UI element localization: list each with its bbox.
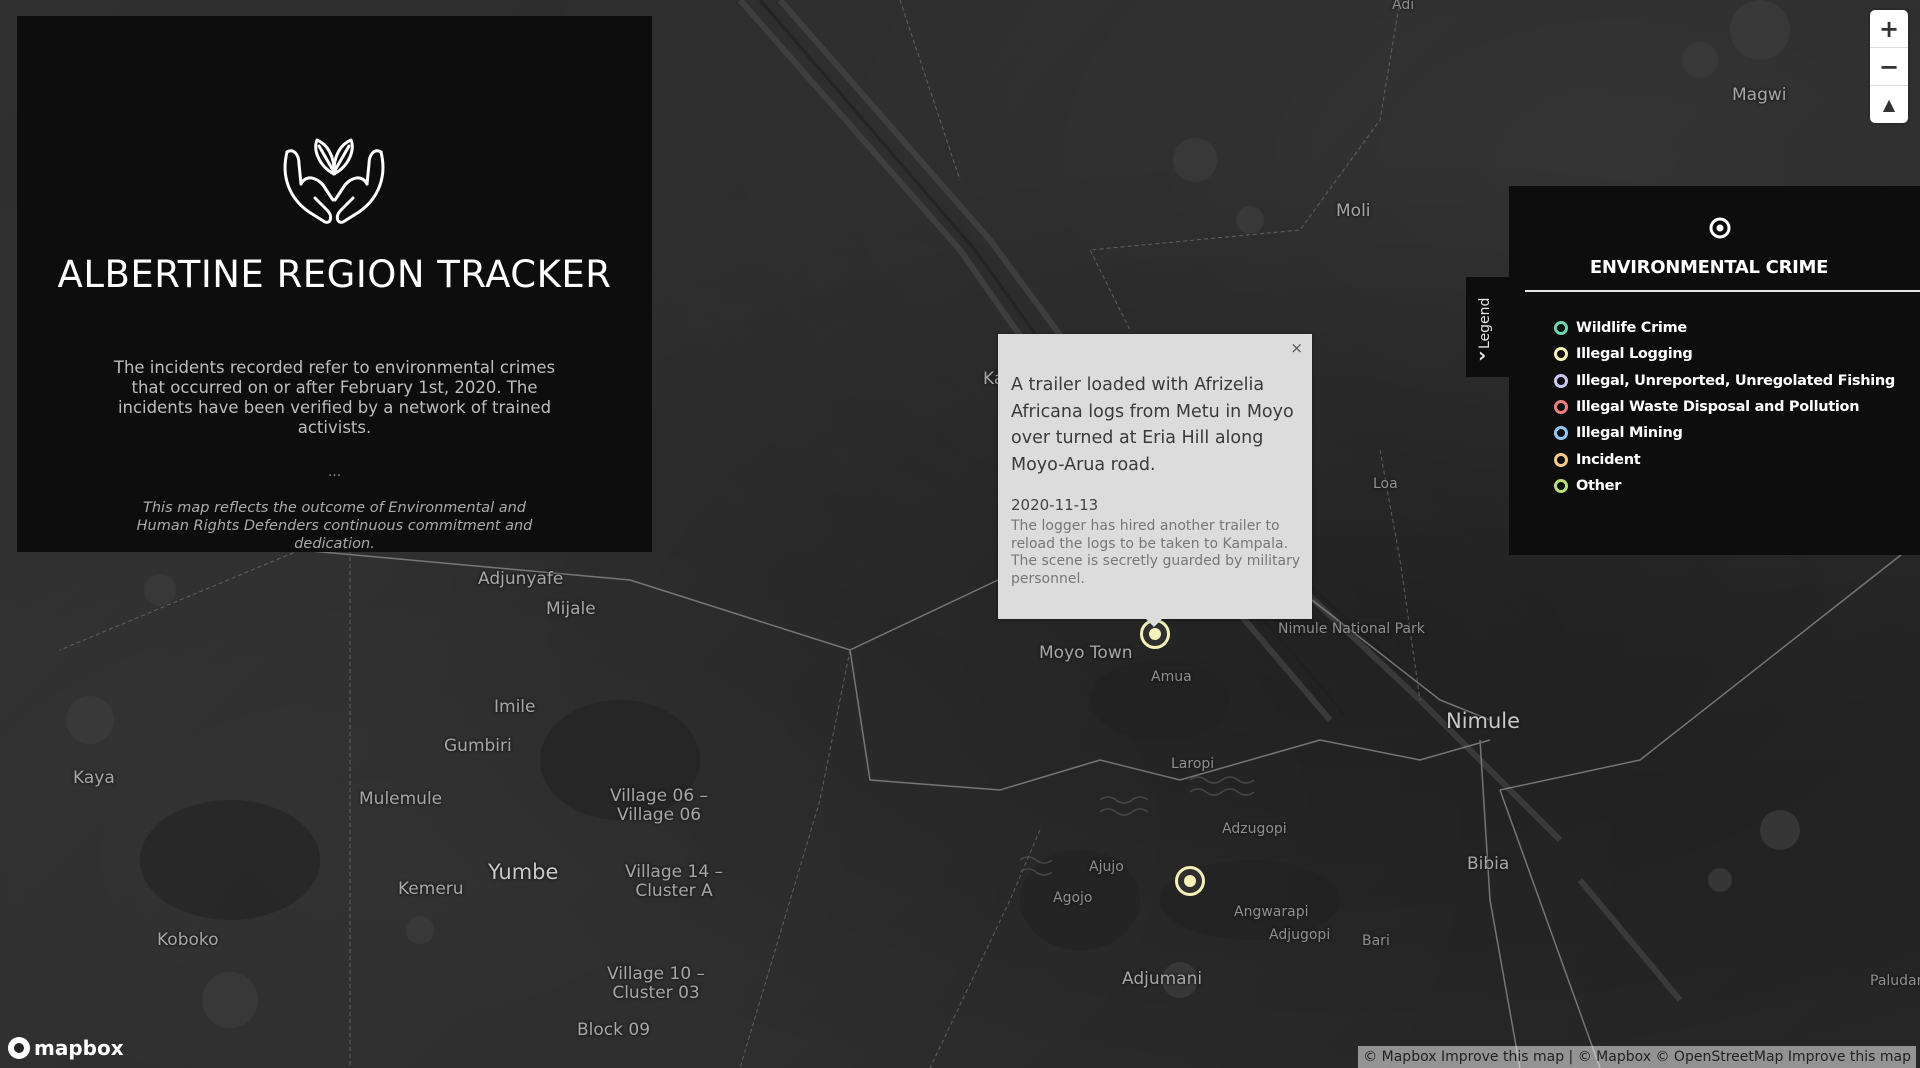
improve-map-link-2[interactable]: Improve this map [1788,1049,1911,1065]
place-label: Moli [1336,201,1371,221]
legend-item[interactable]: Incident [1554,446,1895,472]
place-label: Agojo [1053,890,1093,906]
close-icon[interactable]: × [1290,339,1303,357]
compass-button[interactable]: ▲ [1870,86,1908,123]
legend-item-label: Other [1576,477,1622,494]
place-label: Angwarapi [1234,904,1309,920]
legend-swatch-icon [1554,400,1568,415]
improve-map-link[interactable]: Improve this map [1441,1049,1564,1065]
place-label: Ajujo [1089,859,1124,875]
tracker-footnote: This map reflects the outcome of Environ… [136,500,533,552]
legend-swatch-icon [1554,478,1568,493]
legend-swatch-icon [1554,373,1568,388]
place-label: Gumbiri [444,736,512,756]
place-label: Block 09 [577,1020,651,1040]
place-label: Paludar [1870,973,1920,989]
mapbox-logo-icon [8,1037,30,1059]
legend-item[interactable]: Wildlife Crime [1554,315,1895,341]
place-label: Bibia [1467,854,1510,874]
place-label: Adjugopi [1269,927,1331,943]
popup-headline: A trailer loaded with Afrizelia Africana… [1011,375,1294,475]
place-label: Koboko [157,930,219,950]
legend-panel: ENVIRONMENTAL CRIME Wildlife Crime Illega… [1509,186,1920,555]
legend-divider [1525,290,1920,292]
incident-marker[interactable] [1175,866,1205,896]
popup-details: The logger has hired another trailer to … [1011,518,1301,587]
attribution-mapbox[interactable]: © Mapbox [1363,1049,1436,1065]
place-label: Kemeru [398,879,464,899]
chevron-right-icon: › [1478,343,1487,367]
legend-item-label: Incident [1576,451,1641,468]
legend-item-label: Illegal Waste Disposal and Pollution [1576,399,1860,416]
place-label: Amua [1151,669,1192,685]
legend-item-label: Illegal, Unreported, Unregolated Fishing [1576,372,1896,389]
attribution-separator: | [1568,1049,1574,1065]
page-title: ALBERTINE REGION TRACKER [57,253,612,296]
legend-swatch-icon [1554,321,1568,336]
place-label: Imile [494,697,536,717]
legend-list: Wildlife Crime Illegal Logging Illegal, Un… [1554,315,1895,499]
popup-date: 2020-11-13 [1011,496,1099,514]
legend-tab-label: Legend [1477,297,1493,349]
legend-item[interactable]: Other [1554,473,1895,499]
place-label: Mijale [546,599,596,619]
legend-item-label: Wildlife Crime [1576,320,1687,337]
popup-tip [1146,619,1162,627]
legend-item[interactable]: Illegal, Unreported, Unregolated Fishing [1554,368,1895,394]
legend-toggle-tab[interactable]: Legend › [1466,277,1510,377]
legend-item[interactable]: Illegal Mining [1554,420,1895,446]
place-label: Laropi [1171,756,1215,772]
map-attribution: © Mapbox Improve this map | © Mapbox © O… [1358,1046,1916,1068]
place-label: Village 10 – Cluster 03 [607,964,706,1003]
place-label: Village 14 – Cluster A [625,862,724,901]
hands-leaf-icon [283,138,385,224]
place-label: Mulemule [359,789,443,809]
legend-swatch-icon [1554,452,1568,467]
mapbox-logo[interactable]: mapbox [8,1036,124,1060]
attribution-osm[interactable]: © OpenStreetMap [1655,1049,1783,1065]
legend-item-label: Illegal Logging [1576,346,1693,363]
place-label: Magwi [1732,85,1787,105]
zoom-controls: + − ▲ [1870,10,1908,123]
legend-item[interactable]: Illegal Logging [1554,341,1895,367]
incident-popup: × A trailer loaded with Afrizelia Africa… [998,334,1312,619]
place-label: Nimule [1446,709,1521,733]
tracker-description: The incidents recorded refer to environm… [113,358,556,437]
zoom-in-button[interactable]: + [1870,10,1908,48]
place-label: Nimule National Park [1278,621,1425,637]
place-label: Village 06 – Village 06 [610,786,709,825]
legend-item[interactable]: Illegal Waste Disposal and Pollution [1554,394,1895,420]
separator-dots: ... [327,464,342,480]
place-label: Loa [1373,476,1398,492]
place-label: Yumbe [488,860,559,884]
place-label: Adjunyafe [478,569,564,589]
legend-title: ENVIRONMENTAL CRIME [1589,257,1829,278]
place-label: Kaya [73,768,115,788]
zoom-out-button[interactable]: − [1870,48,1908,86]
legend-swatch-icon [1554,347,1568,362]
place-label: Adzugopi [1222,821,1287,837]
mapbox-wordmark: mapbox [34,1036,124,1060]
place-label: Bari [1362,933,1390,949]
attribution-mapbox-2[interactable]: © Mapbox [1578,1049,1651,1065]
legend-item-label: Illegal Mining [1576,425,1683,442]
target-icon [1709,217,1731,239]
place-label: Moyo Town [1039,643,1133,663]
info-panel: ALBERTINE REGION TRACKER The incidents r… [17,16,652,552]
legend-swatch-icon [1554,426,1568,441]
place-label: Adjumani [1122,969,1203,989]
place-label: Adi [1392,0,1415,13]
